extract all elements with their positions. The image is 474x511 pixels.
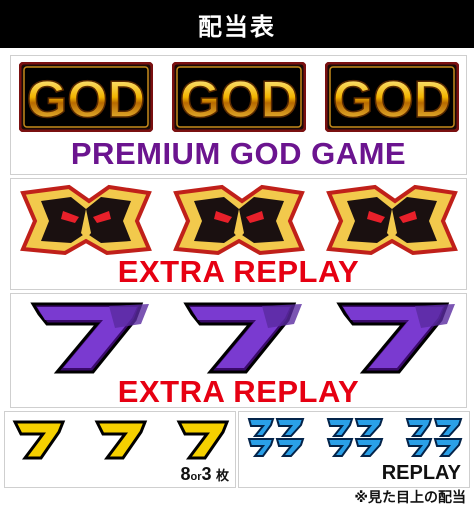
section-label: EXTRA REPLAY bbox=[117, 374, 360, 409]
god-logo-icon: GOD bbox=[19, 62, 153, 132]
section-label: PREMIUM GOD GAME bbox=[70, 136, 407, 171]
purple-seven-section: EXTRA REPLAY bbox=[10, 293, 467, 409]
blue-seven-row bbox=[245, 416, 465, 460]
demon-section: EXTRA REPLAY bbox=[10, 178, 467, 290]
payout-label: 8or3 枚 bbox=[181, 464, 230, 485]
replay-label: REPLAY bbox=[381, 462, 461, 484]
yellow-seven-row bbox=[11, 418, 231, 462]
section-label: EXTRA REPLAY bbox=[117, 254, 360, 289]
payout-number-2: 3 bbox=[201, 464, 212, 484]
svg-text:GOD: GOD bbox=[27, 71, 145, 129]
yellow-seven-section: 8or3 枚 bbox=[4, 411, 236, 488]
page-title: 配当表 bbox=[0, 0, 474, 48]
footnote: ※見た目上の配当 bbox=[354, 490, 466, 506]
demon-mask-icon bbox=[326, 184, 458, 256]
yellow-seven-icon bbox=[94, 420, 148, 460]
god-logo-icon: GOD bbox=[172, 62, 306, 132]
god-section: GOD GOD GOD PREMIUM GOD GAME bbox=[10, 55, 467, 175]
demon-mask-icon bbox=[173, 184, 305, 256]
svg-text:GOD: GOD bbox=[180, 71, 298, 129]
purple-seven-row bbox=[19, 298, 459, 376]
payout-or: or bbox=[190, 471, 202, 483]
god-symbol-row: GOD GOD GOD bbox=[19, 62, 459, 132]
god-logo-icon: GOD bbox=[325, 62, 459, 132]
blue-double-seven-icon bbox=[405, 418, 463, 457]
purple-seven-icon bbox=[30, 302, 149, 374]
blue-double-seven-icon bbox=[326, 418, 384, 457]
purple-seven-icon bbox=[183, 302, 302, 374]
demon-symbol-row bbox=[19, 183, 459, 258]
svg-text:GOD: GOD bbox=[333, 71, 451, 129]
yellow-seven-icon bbox=[176, 420, 230, 460]
payout-unit: 枚 bbox=[215, 469, 229, 484]
blue-double-seven-icon bbox=[247, 418, 305, 457]
purple-seven-icon bbox=[336, 302, 455, 374]
replay-section: REPLAY bbox=[238, 411, 470, 488]
demon-mask-icon bbox=[20, 184, 152, 256]
yellow-seven-icon bbox=[12, 420, 66, 460]
payout-number-1: 8 bbox=[180, 464, 191, 484]
